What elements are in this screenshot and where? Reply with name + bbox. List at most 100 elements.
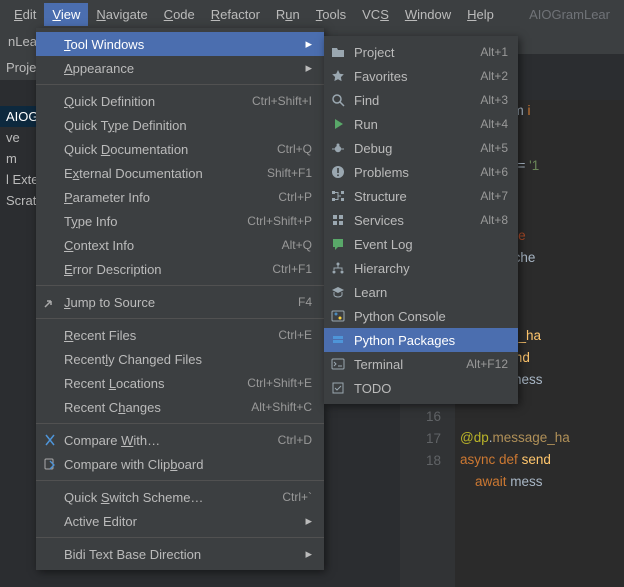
shortcut-label: Alt+Shift+C [251, 400, 312, 414]
menu-item-jump-to-source[interactable]: Jump to SourceF4 [36, 290, 324, 314]
search-icon [330, 92, 346, 108]
terminal-icon [330, 356, 346, 372]
shortcut-label: Alt+6 [480, 165, 508, 179]
view-menu-dropdown: Tool Windows▸Appearance▸Quick Definition… [36, 28, 324, 570]
menu-run[interactable]: Run [268, 3, 308, 26]
structure-icon [330, 188, 346, 204]
submenu-arrow-icon: ▸ [305, 60, 312, 76]
menu-item-label: External Documentation [64, 166, 267, 181]
tool-window-find[interactable]: FindAlt+3 [324, 88, 518, 112]
event-icon [330, 236, 346, 252]
menu-item-label: Type Info [64, 214, 247, 229]
menu-item-label: Context Info [64, 238, 282, 253]
menu-item-label: Recently Changed Files [64, 352, 312, 367]
menu-item-label: Quick Type Definition [64, 118, 312, 133]
menu-item-parameter-info[interactable]: Parameter InfoCtrl+P [36, 185, 324, 209]
menu-item-quick-switch-scheme[interactable]: Quick Switch Scheme…Ctrl+` [36, 485, 324, 509]
tool-window-label: Structure [354, 189, 480, 204]
tool-window-python-packages[interactable]: Python Packages [324, 328, 518, 352]
shortcut-label: Alt+5 [480, 141, 508, 155]
menu-item-label: Quick Definition [64, 94, 252, 109]
tool-window-label: Find [354, 93, 480, 108]
shortcut-label: Alt+3 [480, 93, 508, 107]
menu-code[interactable]: Code [156, 3, 203, 26]
menu-edit[interactable]: Edit [6, 3, 44, 26]
menu-item-quick-documentation[interactable]: Quick DocumentationCtrl+Q [36, 137, 324, 161]
shortcut-label: Ctrl+Shift+E [247, 376, 312, 390]
tool-window-learn[interactable]: Learn [324, 280, 518, 304]
tool-window-todo[interactable]: TODO [324, 376, 518, 400]
menu-separator [36, 423, 324, 424]
tool-window-label: Favorites [354, 69, 480, 84]
menu-item-recent-changes[interactable]: Recent ChangesAlt+Shift+C [36, 395, 324, 419]
shortcut-label: Ctrl+F1 [272, 262, 312, 276]
menu-item-type-info[interactable]: Type InfoCtrl+Shift+P [36, 209, 324, 233]
menu-item-label: Active Editor [64, 514, 299, 529]
menu-window[interactable]: Window [397, 3, 459, 26]
shortcut-label: Ctrl+D [278, 433, 312, 447]
problems-icon [330, 164, 346, 180]
menu-item-label: Error Description [64, 262, 272, 277]
tool-window-favorites[interactable]: FavoritesAlt+2 [324, 64, 518, 88]
folder-icon [330, 44, 346, 60]
run-icon [330, 116, 346, 132]
tool-window-terminal[interactable]: TerminalAlt+F12 [324, 352, 518, 376]
menu-item-appearance[interactable]: Appearance▸ [36, 56, 324, 80]
pyconsole-icon [330, 308, 346, 324]
menu-item-bidi-text-base-direction[interactable]: Bidi Text Base Direction▸ [36, 542, 324, 566]
tool-window-run[interactable]: RunAlt+4 [324, 112, 518, 136]
menu-item-error-description[interactable]: Error DescriptionCtrl+F1 [36, 257, 324, 281]
services-icon [330, 212, 346, 228]
tool-window-hierarchy[interactable]: Hierarchy [324, 256, 518, 280]
shortcut-label: Ctrl+E [278, 328, 312, 342]
tool-window-label: Learn [354, 285, 508, 300]
project-name: AIOGramLear [521, 3, 618, 26]
tool-window-label: Python Packages [354, 333, 508, 348]
shortcut-label: Ctrl+Shift+I [252, 94, 312, 108]
tool-windows-submenu: ProjectAlt+1FavoritesAlt+2FindAlt+3RunAl… [324, 36, 518, 404]
menu-item-compare-with[interactable]: Compare With…Ctrl+D [36, 428, 324, 452]
menu-vcs[interactable]: VCS [354, 3, 397, 26]
menu-refactor[interactable]: Refactor [203, 3, 268, 26]
menu-item-label: Bidi Text Base Direction [64, 547, 299, 562]
menu-item-label: Parameter Info [64, 190, 278, 205]
menu-item-quick-type-definition[interactable]: Quick Type Definition [36, 113, 324, 137]
shortcut-label: Ctrl+Q [277, 142, 312, 156]
menu-view[interactable]: View [44, 3, 88, 26]
clipdiff-icon [42, 456, 58, 472]
menu-item-label: Quick Documentation [64, 142, 277, 157]
shortcut-label: Ctrl+P [278, 190, 312, 204]
menu-item-recent-locations[interactable]: Recent LocationsCtrl+Shift+E [36, 371, 324, 395]
bug-icon [330, 140, 346, 156]
tool-window-event-log[interactable]: Event Log [324, 232, 518, 256]
menu-item-quick-definition[interactable]: Quick DefinitionCtrl+Shift+I [36, 89, 324, 113]
menu-help[interactable]: Help [459, 3, 502, 26]
menu-navigate[interactable]: Navigate [88, 3, 155, 26]
menu-item-recently-changed-files[interactable]: Recently Changed Files [36, 347, 324, 371]
shortcut-label: Ctrl+Shift+P [247, 214, 312, 228]
menu-item-recent-files[interactable]: Recent FilesCtrl+E [36, 323, 324, 347]
tool-window-project[interactable]: ProjectAlt+1 [324, 40, 518, 64]
tool-window-label: Project [354, 45, 480, 60]
tool-window-python-console[interactable]: Python Console [324, 304, 518, 328]
packages-icon [330, 332, 346, 348]
menu-item-context-info[interactable]: Context InfoAlt+Q [36, 233, 324, 257]
shortcut-label: Alt+Q [282, 238, 312, 252]
menu-item-label: Tool Windows [64, 37, 299, 52]
menu-item-external-documentation[interactable]: External DocumentationShift+F1 [36, 161, 324, 185]
line-number: 18 [400, 450, 441, 472]
tool-window-label: Hierarchy [354, 261, 508, 276]
tool-window-services[interactable]: ServicesAlt+8 [324, 208, 518, 232]
tool-window-structure[interactable]: StructureAlt+7 [324, 184, 518, 208]
tool-window-label: Problems [354, 165, 480, 180]
star-icon [330, 68, 346, 84]
tool-window-debug[interactable]: DebugAlt+5 [324, 136, 518, 160]
menu-item-compare-with-clipboard[interactable]: Compare with Clipboard [36, 452, 324, 476]
tool-window-problems[interactable]: ProblemsAlt+6 [324, 160, 518, 184]
submenu-arrow-icon: ▸ [305, 513, 312, 529]
menu-item-active-editor[interactable]: Active Editor ▸ [36, 509, 324, 533]
shortcut-label: F4 [298, 295, 312, 309]
menu-tools[interactable]: Tools [308, 3, 354, 26]
tool-window-label: Run [354, 117, 480, 132]
menu-item-tool-windows[interactable]: Tool Windows▸ [36, 32, 324, 56]
